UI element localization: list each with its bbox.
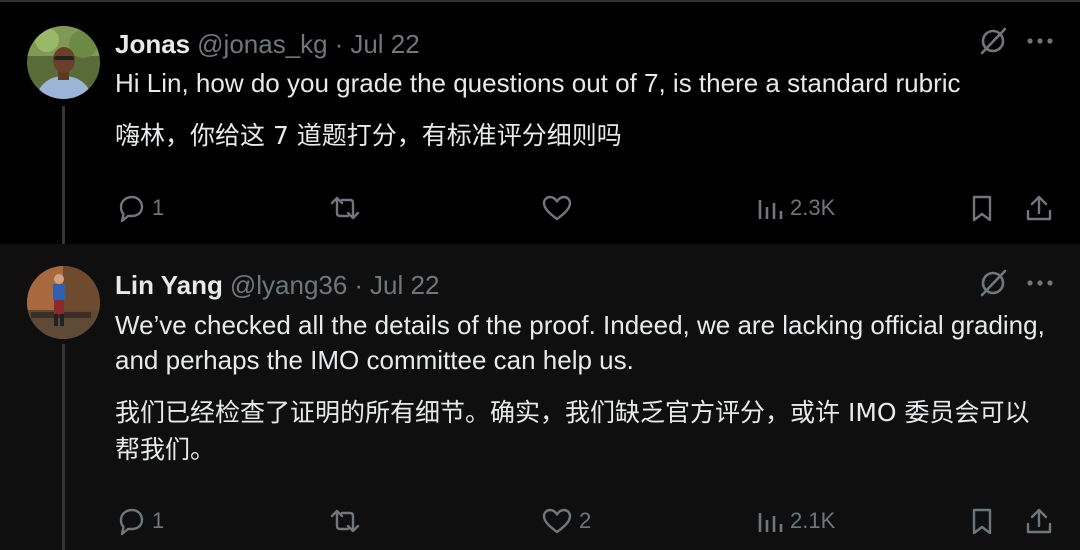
retweet-button[interactable] (328, 188, 368, 228)
author-handle[interactable]: @jonas_kg (197, 29, 327, 60)
share-button[interactable] (1024, 188, 1054, 228)
reply-button[interactable]: 1 (116, 188, 164, 228)
bookmark-button[interactable] (968, 501, 996, 541)
views-button[interactable]: 2.1K (756, 501, 835, 541)
tweet-header-icons (978, 268, 1054, 298)
separator-dot: · (334, 28, 344, 59)
share-icon (1026, 508, 1052, 534)
reply-icon (119, 508, 144, 536)
like-icon (542, 195, 572, 221)
grok-icon[interactable] (978, 268, 1008, 298)
tweet-date[interactable]: Jul 22 (350, 29, 419, 60)
reply-count: 1 (152, 508, 165, 533)
avatar[interactable] (27, 26, 100, 99)
author-handle[interactable]: @lyang36 (230, 270, 347, 301)
tweet-header: Lin Yang @lyang36 · Jul 22 (115, 268, 439, 302)
share-button[interactable] (1024, 501, 1054, 541)
retweet-button[interactable] (328, 501, 368, 541)
views-icon (758, 200, 783, 219)
views-button[interactable]: 2.3K (756, 188, 835, 228)
share-icon (1026, 195, 1052, 221)
tweet-jonas[interactable]: Jonas @jonas_kg · Jul 22 Hi Lin, how do … (0, 2, 1080, 244)
avatar-image (27, 266, 100, 339)
like-button[interactable]: 2 (541, 501, 591, 541)
retweet-icon (330, 509, 360, 533)
tweet-header: Jonas @jonas_kg · Jul 22 (115, 27, 420, 61)
grok-icon[interactable] (978, 26, 1008, 56)
tweet-text-chinese: 嗨林，你给这 7 道题打分，有标准评分细则吗 (115, 121, 622, 150)
tweet-actions: 1 2 2.1K (0, 501, 1080, 541)
tweet-actions: 1 2.3K (0, 188, 1080, 228)
reply-button[interactable]: 1 (116, 501, 164, 541)
views-icon (758, 513, 783, 532)
tweet-date[interactable]: Jul 22 (370, 270, 439, 301)
more-icon[interactable] (1026, 36, 1054, 46)
bookmark-button[interactable] (968, 188, 996, 228)
reply-count: 1 (152, 195, 165, 220)
tweet-text-chinese: 我们已经检查了证明的所有细节。确实，我们缺乏官方评分，或许 IMO 委员会可以帮… (115, 398, 1030, 464)
tweet-lin-yang[interactable]: Lin Yang @lyang36 · Jul 22 We’ve checked… (0, 244, 1080, 550)
author-name[interactable]: Jonas (115, 29, 190, 60)
bookmark-icon (972, 195, 992, 222)
bookmark-icon (972, 508, 992, 535)
tweet-text-english: We’ve checked all the details of the pro… (115, 310, 1045, 375)
separator-dot: · (354, 269, 364, 300)
tweet-header-icons (978, 26, 1054, 56)
retweet-icon (330, 196, 360, 220)
views-count: 2.3K (790, 195, 836, 220)
tweet-text-english: Hi Lin, how do you grade the questions o… (115, 68, 961, 98)
avatar-image (27, 26, 100, 99)
views-count: 2.1K (790, 508, 836, 533)
like-icon (542, 508, 572, 534)
more-icon[interactable] (1026, 278, 1054, 288)
avatar[interactable] (27, 266, 100, 339)
author-name[interactable]: Lin Yang (115, 270, 223, 301)
like-button[interactable] (541, 188, 579, 228)
like-count: 2 (579, 508, 592, 533)
reply-icon (119, 195, 144, 223)
